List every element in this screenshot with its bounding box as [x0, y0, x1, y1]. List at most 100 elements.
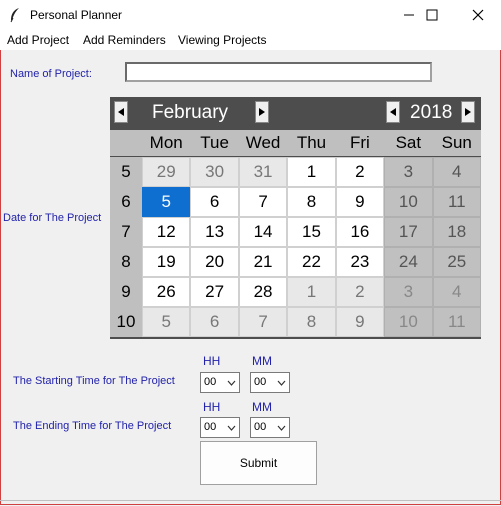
weekday-header: Thu: [287, 130, 336, 156]
day-cell[interactable]: 10: [384, 187, 433, 217]
chevron-down-icon: [277, 380, 286, 386]
end-hh-label: HH: [203, 400, 221, 414]
day-cell[interactable]: 19: [142, 247, 191, 277]
next-year-button[interactable]: [461, 101, 475, 123]
week-number: 10: [110, 307, 142, 337]
window-title: Personal Planner: [30, 8, 123, 22]
weekday-header: Sun: [432, 130, 481, 156]
day-cell[interactable]: 6: [190, 307, 239, 337]
project-name-label: Name of Project:: [10, 68, 92, 80]
day-cell[interactable]: 5: [142, 307, 191, 337]
day-cell[interactable]: 1: [287, 277, 336, 307]
day-cell[interactable]: 14: [238, 217, 288, 247]
day-cell[interactable]: 22: [287, 247, 336, 277]
day-cell[interactable]: 3: [384, 277, 433, 307]
day-cell[interactable]: 29: [142, 157, 191, 187]
feather-icon: [10, 8, 19, 23]
start-hour-value: 00: [204, 376, 217, 388]
left-arrow-icon: [390, 108, 396, 116]
next-month-button[interactable]: [255, 101, 269, 123]
week-number: 5: [110, 157, 142, 187]
week-number: 6: [110, 187, 142, 217]
chevron-down-icon: [227, 425, 236, 431]
day-cell[interactable]: 11: [432, 187, 481, 217]
day-cell[interactable]: 24: [384, 247, 433, 277]
project-date-label: Date for The Project: [3, 212, 102, 224]
day-cell[interactable]: 3: [384, 157, 433, 187]
day-cell[interactable]: 9: [335, 307, 385, 337]
day-cell[interactable]: 8: [287, 307, 336, 337]
close-button[interactable]: [455, 0, 501, 30]
right-arrow-icon: [259, 108, 265, 116]
month-label: February: [152, 102, 229, 123]
end-minute-select[interactable]: 00: [250, 417, 290, 438]
chevron-down-icon: [277, 425, 286, 431]
start-mm-label: MM: [252, 354, 272, 368]
day-cell[interactable]: 31: [238, 157, 288, 187]
weekday-header: Fri: [335, 130, 385, 156]
year-label: 2018: [410, 102, 453, 123]
day-cell[interactable]: 25: [432, 247, 481, 277]
day-cell[interactable]: 9: [335, 187, 385, 217]
selected-day[interactable]: 5: [142, 187, 191, 217]
day-cell[interactable]: 16: [335, 217, 385, 247]
calendar-grid: Mon Tue Wed Thu Fri Sat Sun 5 29 30 31 1 2 3 4 6 5 6 7 8 9 10…: [110, 130, 481, 339]
week-number: 7: [110, 217, 142, 247]
menu-viewing-projects[interactable]: Viewing Projects: [178, 33, 267, 47]
day-cell[interactable]: 2: [335, 277, 385, 307]
day-cell[interactable]: 23: [335, 247, 385, 277]
day-cell[interactable]: 27: [190, 277, 239, 307]
day-cell[interactable]: 18: [432, 217, 481, 247]
right-arrow-icon: [465, 108, 471, 116]
calendar-corner: [110, 130, 142, 156]
start-hh-label: HH: [203, 354, 221, 368]
calendar: February 2018 Mon Tue Wed Thu Fri Sat Sun 5 29 30…: [110, 97, 481, 339]
day-cell[interactable]: 7: [238, 307, 288, 337]
close-icon: [472, 9, 484, 21]
day-cell[interactable]: 15: [287, 217, 336, 247]
day-cell[interactable]: 11: [432, 307, 481, 337]
day-cell[interactable]: 17: [384, 217, 433, 247]
day-cell[interactable]: 10: [384, 307, 433, 337]
submit-button[interactable]: Submit: [200, 441, 317, 485]
day-cell[interactable]: 20: [190, 247, 239, 277]
day-cell[interactable]: 6: [190, 187, 239, 217]
start-minute-value: 00: [254, 376, 267, 388]
day-cell[interactable]: 26: [142, 277, 191, 307]
day-cell[interactable]: 28: [238, 277, 288, 307]
day-cell[interactable]: 1: [287, 157, 336, 187]
day-cell[interactable]: 2: [335, 157, 385, 187]
end-time-label: The Ending Time for The Project: [13, 420, 172, 432]
prev-year-button[interactable]: [386, 101, 400, 123]
start-hour-select[interactable]: 00: [200, 372, 240, 393]
day-cell[interactable]: 8: [287, 187, 336, 217]
start-time-label: The Starting Time for The Project: [13, 375, 175, 387]
maximize-button[interactable]: [409, 0, 455, 30]
end-hour-select[interactable]: 00: [200, 417, 240, 438]
start-minute-select[interactable]: 00: [250, 372, 290, 393]
prev-month-button[interactable]: [114, 101, 128, 123]
week-number: 9: [110, 277, 142, 307]
day-cell[interactable]: 4: [432, 157, 481, 187]
menu-add-reminders[interactable]: Add Reminders: [83, 33, 166, 47]
weekday-header: Tue: [190, 130, 239, 156]
calendar-header: February 2018: [110, 97, 481, 128]
day-cell[interactable]: 30: [190, 157, 239, 187]
chevron-down-icon: [227, 380, 236, 386]
project-name-input[interactable]: [125, 62, 432, 82]
end-minute-value: 00: [254, 421, 267, 433]
maximize-icon: [426, 9, 438, 21]
day-cell[interactable]: 21: [238, 247, 288, 277]
day-cell[interactable]: 7: [238, 187, 288, 217]
menu-bar: Add Project Add Reminders Viewing Projec…: [0, 30, 501, 50]
title-bar: Personal Planner: [0, 0, 501, 30]
day-cell[interactable]: 4: [432, 277, 481, 307]
submit-label: Submit: [239, 456, 278, 470]
left-arrow-icon: [118, 108, 124, 116]
weekday-header: Mon: [142, 130, 191, 156]
day-cell[interactable]: 12: [142, 217, 191, 247]
weekday-header: Sat: [384, 130, 433, 156]
menu-add-project[interactable]: Add Project: [7, 33, 69, 47]
day-cell[interactable]: 13: [190, 217, 239, 247]
end-hour-value: 00: [204, 421, 217, 433]
